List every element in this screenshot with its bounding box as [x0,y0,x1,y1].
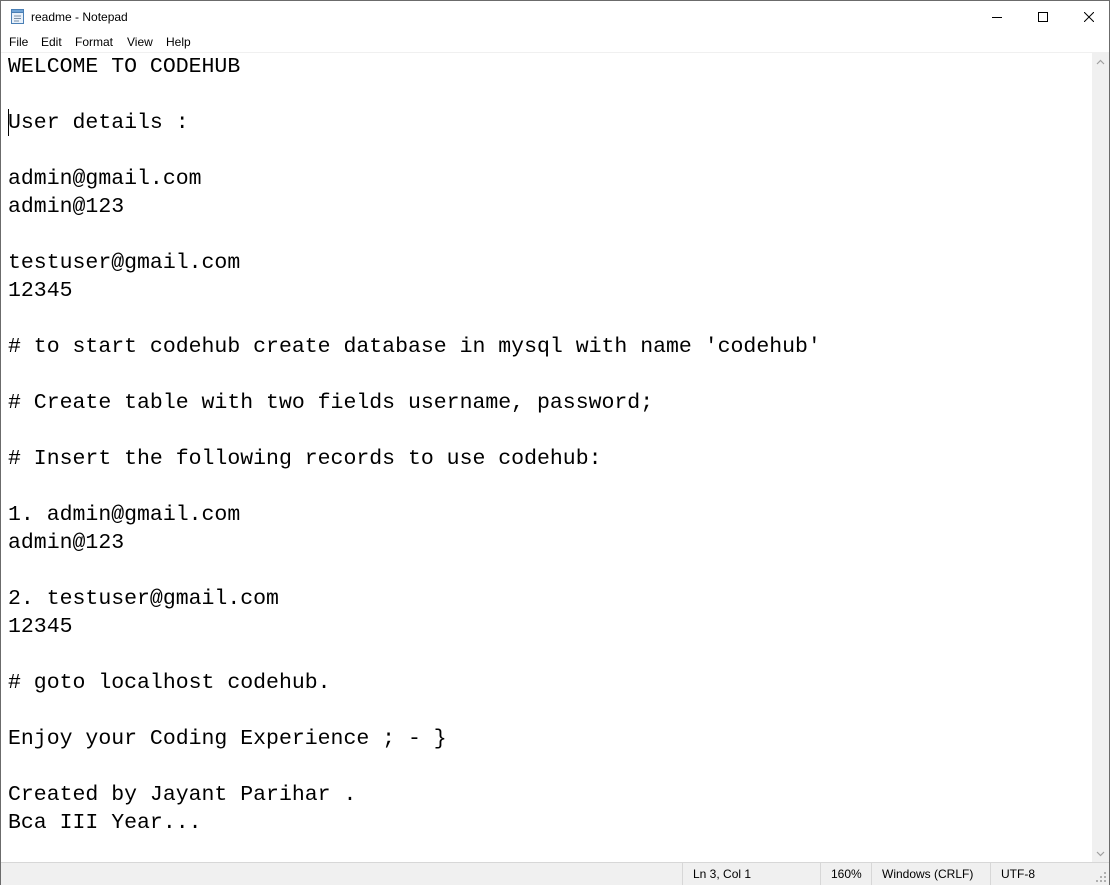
menu-bar: File Edit Format View Help [1,32,1109,53]
close-icon [1084,11,1094,22]
text-line: admin@123 [8,195,125,219]
menu-edit[interactable]: Edit [41,35,62,49]
encoding: UTF-8 [990,863,1095,885]
text-line: Created by Jayant Parihar . [8,783,357,807]
status-bar: Ln 3, Col 1 160% Windows (CRLF) UTF-8 [1,862,1109,885]
chevron-up-icon [1096,59,1105,64]
minimize-button[interactable] [974,1,1020,32]
text-line: Enjoy your Coding Experience ; - } [8,727,447,751]
maximize-button[interactable] [1020,1,1066,32]
vertical-scrollbar[interactable] [1092,53,1109,862]
cursor-position: Ln 3, Col 1 [682,863,820,885]
text-line: # Insert the following records to use co… [8,447,602,471]
text-line: # Create table with two fields username,… [8,391,654,415]
text-editor[interactable]: WELCOME TO CODEHUB User details : admin@… [1,53,1092,862]
text-line: 1. admin@gmail.com [8,503,241,527]
scroll-down-button[interactable] [1092,845,1109,862]
text-line: # to start codehub create database in my… [8,335,821,359]
menu-help[interactable]: Help [166,35,191,49]
text-caret [8,109,9,136]
text-line: testuser@gmail.com [8,251,241,275]
scroll-up-button[interactable] [1092,53,1109,70]
menu-view[interactable]: View [127,35,153,49]
text-line: Bca III Year... [8,811,202,835]
text-line: User details : [8,111,189,135]
minimize-icon [992,16,1002,18]
text-line: 2. testuser@gmail.com [8,587,279,611]
menu-file[interactable]: File [9,35,28,49]
zoom-level: 160% [820,863,871,885]
text-line: admin@123 [8,531,125,555]
text-line: 12345 [8,615,73,639]
text-line: # goto localhost codehub. [8,671,331,695]
text-line: 12345 [8,279,73,303]
notepad-window: readme - Notepad File Edit Format View H… [0,0,1110,885]
text-line: WELCOME TO CODEHUB [8,55,241,79]
window-title: readme - Notepad [31,10,128,24]
notepad-icon [11,9,24,24]
title-bar: readme - Notepad [1,1,1109,32]
text-line: admin@gmail.com [8,167,202,191]
chevron-down-icon [1096,851,1105,856]
line-ending: Windows (CRLF) [871,863,990,885]
close-button[interactable] [1066,1,1110,32]
menu-format[interactable]: Format [75,35,113,49]
maximize-icon [1038,11,1048,22]
resize-grip-icon[interactable] [1095,871,1107,883]
